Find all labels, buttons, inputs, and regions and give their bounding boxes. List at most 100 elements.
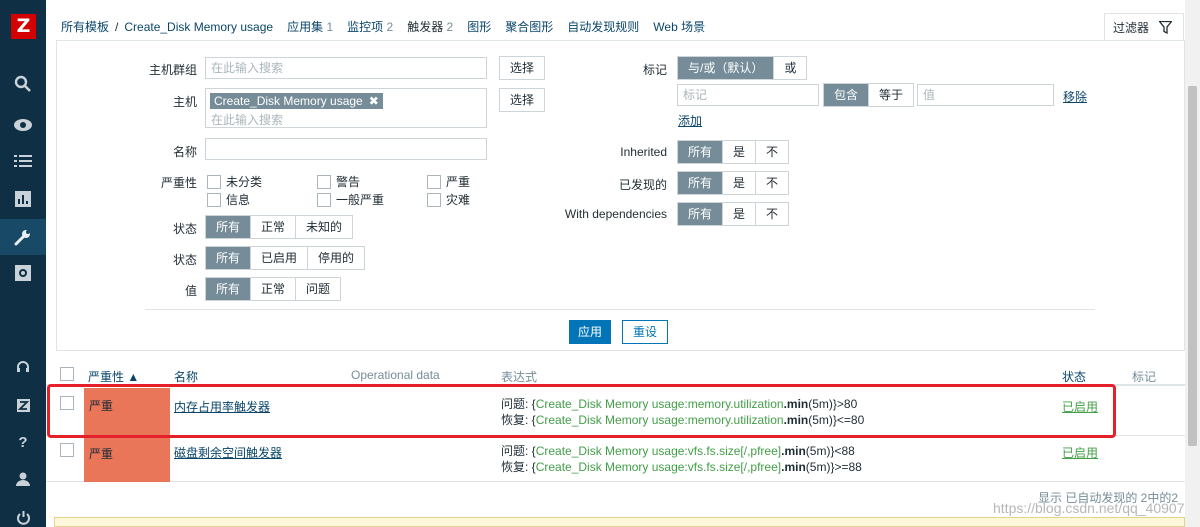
monitoring-eye-icon[interactable] [0, 107, 46, 143]
inherited-toggle: 所有 是 不 [677, 140, 790, 164]
host-group-select-button[interactable]: 选择 [499, 56, 545, 80]
state-all[interactable]: 所有 [206, 216, 252, 238]
status-enabled[interactable]: 已启用 [251, 247, 309, 269]
state-unknown[interactable]: 未知的 [296, 216, 352, 238]
tag-operator-contains[interactable]: 包含 [824, 84, 870, 106]
tags-mode-or[interactable]: 或 [774, 57, 806, 79]
table-row: 严重 磁盘剩余空间触发器 问题: {Create_Disk Memory usa… [46, 436, 1185, 482]
help-question-icon[interactable]: ? [0, 424, 46, 460]
tab-screens[interactable]: 聚合图形 [505, 20, 553, 34]
remove-tag-icon[interactable]: ✖ [369, 94, 379, 108]
watermark: https://blog.csdn.net/qq_40907977 [993, 500, 1200, 516]
status-enabled-link[interactable]: 已启用 [1062, 444, 1098, 461]
dependencies-all[interactable]: 所有 [678, 203, 724, 225]
administration-gear-icon[interactable] [0, 255, 46, 291]
host-search-placeholder[interactable]: 在此输入搜索 [211, 111, 283, 128]
status-toggle: 所有 已启用 停用的 [205, 246, 366, 270]
discovered-yes[interactable]: 是 [723, 172, 757, 194]
trigger-expression: 问题: {Create_Disk Memory usage:vfs.fs.siz… [501, 444, 862, 474]
remove-tag-link[interactable]: 移除 [1063, 88, 1087, 105]
tab-discovery-rules[interactable]: 自动发现规则 [567, 20, 639, 34]
inventory-list-icon[interactable] [0, 143, 46, 179]
tag-name-input[interactable]: 标记 [677, 84, 819, 106]
breadcrumb-all-templates[interactable]: 所有模板 [61, 20, 109, 34]
tab-web-scenarios[interactable]: Web 场景 [653, 20, 705, 34]
status-label: 状态 [172, 253, 197, 267]
inherited-no[interactable]: 不 [756, 141, 788, 163]
column-severity[interactable]: 严重性 ▲ [88, 368, 139, 385]
select-all-checkbox[interactable] [60, 367, 74, 381]
tag-operator-equals[interactable]: 等于 [869, 84, 913, 106]
configuration-wrench-icon[interactable] [0, 219, 46, 255]
inherited-yes[interactable]: 是 [723, 141, 757, 163]
host-group-input[interactable]: 在此输入搜索 [205, 57, 487, 79]
value-ok[interactable]: 正常 [251, 278, 297, 300]
severity-average-checkbox[interactable]: 一般严重 [317, 191, 384, 208]
inherited-label: Inherited [620, 145, 667, 159]
add-tag-link[interactable]: 添加 [678, 112, 702, 129]
tab-graphs[interactable]: 图形 [467, 20, 491, 34]
inherited-all[interactable]: 所有 [678, 141, 724, 163]
dependencies-toggle: 所有 是 不 [677, 202, 790, 226]
value-problem[interactable]: 问题 [296, 278, 340, 300]
apply-button[interactable]: 应用 [569, 320, 611, 344]
dependencies-yes[interactable]: 是 [723, 203, 757, 225]
severity-high-checkbox[interactable]: 严重 [427, 173, 470, 190]
zabbix-logo[interactable]: Z [11, 14, 36, 39]
share-z-icon[interactable] [0, 387, 46, 423]
row-checkbox[interactable] [60, 443, 74, 457]
main-content: 所有模板 / Create_Disk Memory usage 应用集 1 监控项 2触… [46, 0, 1200, 527]
tab-triggers[interactable]: 触发器 2 [407, 20, 453, 34]
column-tags: 标记 [1132, 370, 1157, 384]
highlight-annotation-box [47, 384, 1116, 438]
state-normal[interactable]: 正常 [251, 216, 297, 238]
discovered-all[interactable]: 所有 [678, 172, 724, 194]
sign-out-power-icon[interactable] [0, 499, 46, 527]
tab-items[interactable]: 监控项 2 [347, 20, 393, 34]
scroll-thumb[interactable] [1188, 86, 1197, 446]
severity-warning-checkbox[interactable]: 警告 [317, 173, 360, 190]
breadcrumb-template[interactable]: Create_Disk Memory usage [124, 20, 273, 34]
tags-mode-and-or[interactable]: 与/或（默认） [678, 57, 775, 79]
name-input[interactable] [205, 138, 487, 160]
user-profile-icon[interactable] [0, 461, 46, 497]
severity-information-checkbox[interactable]: 信息 [207, 191, 250, 208]
tags-label: 标记 [642, 63, 667, 77]
breadcrumb: 所有模板 / Create_Disk Memory usage 应用集 1 监控项 2触… [61, 20, 706, 34]
host-label: 主机 [172, 95, 197, 109]
column-expression: 表达式 [501, 370, 538, 384]
state-label: 状态 [172, 222, 197, 236]
host-multiselect[interactable]: Create_Disk Memory usage ✖ 在此输入搜索 [205, 88, 487, 128]
discovered-toggle: 所有 是 不 [677, 171, 790, 195]
severity-disaster-checkbox[interactable]: 灾难 [427, 191, 470, 208]
search-icon[interactable] [0, 66, 46, 102]
host-group-label: 主机群组 [148, 63, 197, 77]
host-select-button[interactable]: 选择 [499, 88, 545, 112]
state-toggle: 所有 正常 未知的 [205, 215, 354, 239]
reset-button[interactable]: 重设 [622, 320, 668, 344]
column-status[interactable]: 状态 [1062, 368, 1086, 385]
tags-mode-toggle: 与/或（默认） 或 [677, 56, 808, 80]
filter-divider [145, 309, 1095, 310]
filter-tab[interactable]: 过滤器 [1104, 13, 1184, 40]
status-disabled[interactable]: 停用的 [308, 247, 364, 269]
value-all[interactable]: 所有 [206, 278, 252, 300]
reports-chart-icon[interactable] [0, 181, 46, 217]
item-key-link: Create_Disk Memory usage:vfs.fs.size[/,p… [535, 460, 782, 474]
column-operational-data: Operational data [351, 368, 440, 382]
trigger-name-link[interactable]: 磁盘剩余空间触发器 [174, 444, 282, 461]
name-label: 名称 [172, 145, 197, 159]
discovered-no[interactable]: 不 [756, 172, 788, 194]
dependencies-no[interactable]: 不 [756, 203, 788, 225]
tab-applications[interactable]: 应用集 1 [287, 20, 333, 34]
severity-not-classified-checkbox[interactable]: 未分类 [207, 173, 262, 190]
sidebar: Z ? [0, 0, 46, 527]
scrollbar[interactable] [1185, 0, 1200, 527]
status-all[interactable]: 所有 [206, 247, 252, 269]
bottom-message-bar [54, 517, 1185, 527]
column-name[interactable]: 名称 [174, 368, 198, 385]
support-headset-icon[interactable] [0, 349, 46, 385]
severity-label: 严重性 [160, 176, 197, 190]
tag-value-input[interactable]: 值 [917, 84, 1054, 106]
dependencies-label: With dependencies [564, 207, 667, 221]
